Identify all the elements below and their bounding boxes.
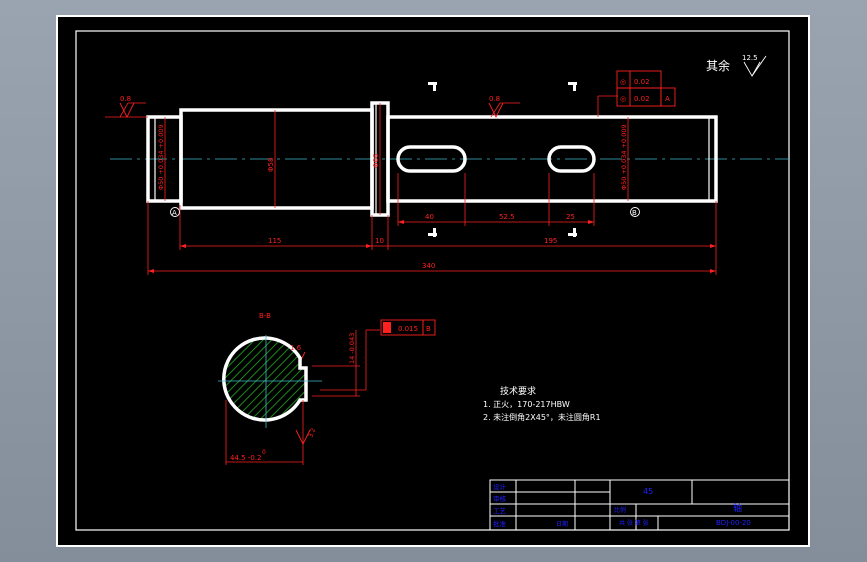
dim-52-5: 52.5 — [499, 213, 515, 221]
title-material: 45 — [643, 487, 653, 496]
requirements-line-1: 1. 正火，170-217HBW — [483, 400, 570, 409]
title-drawing-no: BDJ-00-20 — [716, 519, 751, 527]
tolerance-section-marker — [383, 322, 391, 333]
dim-40: 40 — [425, 213, 434, 221]
title-row-label-3: 工艺 — [493, 507, 507, 515]
roughness-other-value: 12.5 — [742, 54, 758, 62]
title-date-label: 日期 — [556, 520, 568, 528]
dim-340: 340 — [422, 262, 435, 270]
drawing-canvas: 其余 12.5 0.8 0.8 1.6 3.2 ◎ 0.02 ◎ 0.02 A … — [56, 15, 810, 547]
dim-115: 115 — [268, 237, 281, 245]
title-sheet: 共 张 第 张 — [619, 519, 649, 527]
requirements-line-2: 2. 未注倒角2X45°，未注圆角R1 — [483, 412, 601, 422]
title-row-label-4: 批准 — [493, 519, 507, 528]
cad-window-background: 其余 12.5 0.8 0.8 1.6 3.2 ◎ 0.02 ◎ 0.02 A … — [0, 0, 867, 562]
section-label: B-B — [259, 312, 271, 320]
section-key-width: 14 -0.043 — [348, 333, 356, 364]
tolerance-symbol-b: ◎ — [620, 95, 626, 103]
section-depth: 44.5 -0.2 — [230, 454, 261, 462]
dim-25: 25 — [566, 213, 575, 221]
dim-195: 195 — [544, 237, 557, 245]
finish-middle-value: 0.8 — [489, 95, 500, 103]
title-part-name: 轴 — [733, 502, 742, 514]
roughness-other-label: 其余 — [706, 58, 730, 73]
tolerance-symbol-a: ◎ — [620, 78, 626, 86]
tolerance-section-value: 0.015 — [398, 325, 418, 333]
title-row-label-2: 审核 — [493, 494, 507, 503]
finish-section-value: 1.6 — [290, 344, 302, 352]
datum-left-label: A — [172, 209, 177, 217]
diameter-collar: Φ66 — [372, 153, 380, 168]
tolerance-value-b: 0.02 — [634, 95, 650, 103]
diameter-main: Φ58 — [267, 158, 275, 172]
tolerance-section-datum: B — [426, 325, 431, 333]
tolerance-datum: A — [665, 95, 670, 103]
finish-left-value: 0.8 — [120, 95, 131, 103]
title-row-label-1: 设计 — [493, 482, 507, 491]
diameter-right: Φ50 +0.034 +0.009 — [620, 124, 628, 190]
sheet-outer-frame — [56, 15, 810, 547]
requirements-title: 技术要求 — [500, 385, 536, 397]
diameter-left: Φ50 +0.034 +0.009 — [157, 124, 165, 190]
title-scale-label: 比例 — [614, 506, 626, 514]
datum-right-label: B — [632, 209, 637, 217]
tolerance-value-a: 0.02 — [634, 78, 650, 86]
dim-10: 10 — [375, 237, 384, 245]
section-depth-top: 0 — [262, 449, 266, 456]
